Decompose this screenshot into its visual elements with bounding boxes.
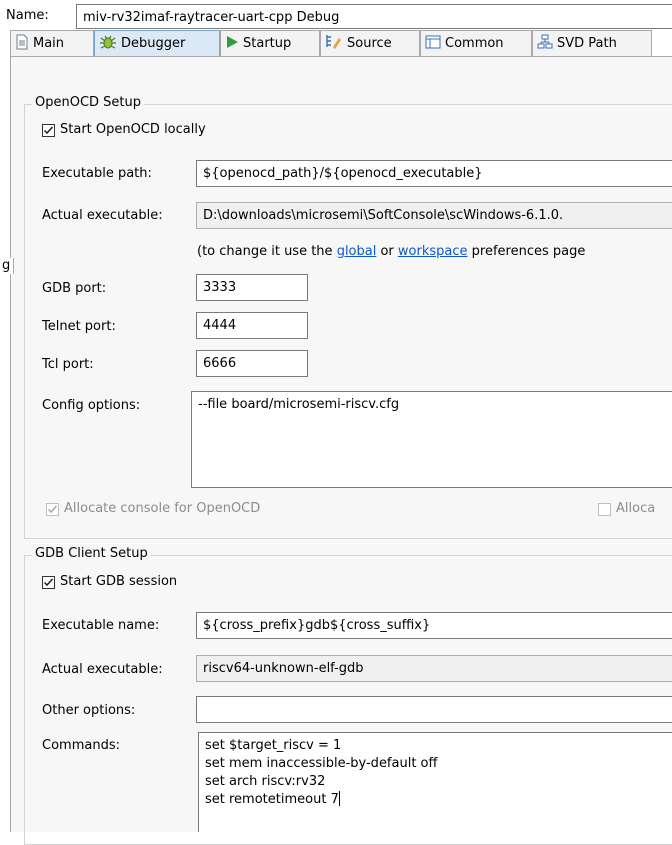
- preferences-hint: (to change it use the global or workspac…: [197, 244, 585, 260]
- start-openocd-label: Start OpenOCD locally: [60, 122, 206, 137]
- other-options-label: Other options:: [42, 703, 136, 718]
- command-line: set arch riscv:rv32: [205, 774, 326, 789]
- executable-name-field[interactable]: ${cross_prefix}gdb${cross_suffix}: [196, 612, 672, 639]
- start-gdb-checkbox[interactable]: [42, 576, 55, 589]
- workspace-link[interactable]: workspace: [398, 244, 468, 259]
- command-line: set remotetimeout 7: [205, 791, 669, 809]
- tab-svd-path-label: SVD Path: [557, 36, 617, 51]
- telnet-port-label: Telnet port:: [42, 319, 116, 334]
- tab-common-label: Common: [445, 36, 504, 51]
- start-openocd-checkbox[interactable]: [42, 124, 55, 137]
- tab-svd-path[interactable]: SVD Path: [532, 30, 652, 56]
- gdb-group-title: GDB Client Setup: [32, 546, 151, 562]
- tab-source-label: Source: [347, 36, 392, 51]
- hint-or: or: [376, 244, 398, 259]
- gdb-actual-executable-label: Actual executable:: [42, 662, 163, 677]
- gdb-port-label: GDB port:: [42, 281, 107, 296]
- tab-debugger-label: Debugger: [121, 36, 186, 51]
- allocate-right-checkbox: [598, 503, 611, 516]
- tab-main[interactable]: Main: [10, 30, 94, 56]
- actual-executable-label: Actual executable:: [42, 208, 163, 223]
- tree-icon: [537, 34, 553, 54]
- source-lookup-icon: [325, 34, 343, 54]
- command-line: set $target_riscv = 1: [205, 738, 342, 753]
- telnet-port-field[interactable]: 4444: [196, 312, 308, 339]
- hint-suffix: preferences page: [467, 244, 586, 259]
- start-gdb-label: Start GDB session: [60, 574, 178, 589]
- document-icon: [15, 34, 29, 54]
- allocate-console-checkbox: [46, 503, 59, 516]
- tcl-port-label: Tcl port:: [42, 357, 94, 372]
- executable-name-label: Executable name:: [42, 618, 160, 633]
- play-icon: [225, 35, 239, 53]
- actual-executable-field: D:\downloads\microsemi\SoftConsole\scWin…: [196, 202, 672, 229]
- config-options-label: Config options:: [42, 398, 141, 413]
- name-field[interactable]: miv-rv32imaf-raytracer-uart-cpp Debug: [76, 4, 672, 29]
- allocate-right-label: Alloca: [616, 501, 656, 516]
- tcl-port-field[interactable]: 6666: [196, 350, 308, 377]
- executable-path-label: Executable path:: [42, 166, 152, 181]
- window-icon: [425, 35, 441, 53]
- hint-prefix: (to change it use the: [197, 244, 337, 259]
- tab-startup-label: Startup: [243, 36, 292, 51]
- config-options-textarea[interactable]: --file board/microsemi-riscv.cfg: [191, 391, 672, 488]
- gdb-port-field[interactable]: 3333: [196, 274, 308, 301]
- allocate-console-label: Allocate console for OpenOCD: [64, 501, 261, 516]
- executable-path-field[interactable]: ${openocd_path}/${openocd_executable}: [196, 160, 672, 187]
- global-link[interactable]: global: [337, 244, 377, 259]
- name-label: Name:: [6, 8, 49, 23]
- left-edge-text: g: [0, 258, 15, 274]
- text-cursor: [338, 791, 340, 806]
- tab-startup[interactable]: Startup: [220, 30, 320, 56]
- command-line: set mem inaccessible-by-default off: [205, 756, 438, 771]
- commands-textarea[interactable]: set $target_riscv = 1 set mem inaccessib…: [198, 732, 672, 832]
- tab-main-label: Main: [33, 36, 65, 51]
- tab-common[interactable]: Common: [420, 30, 532, 56]
- gdb-actual-executable-field: riscv64-unknown-elf-gdb: [196, 655, 672, 682]
- tab-source[interactable]: Source: [320, 30, 420, 56]
- commands-label: Commands:: [42, 738, 120, 753]
- other-options-field[interactable]: [196, 696, 672, 723]
- bug-icon: [99, 34, 117, 54]
- openocd-group-title: OpenOCD Setup: [32, 95, 145, 111]
- command-line-text: set remotetimeout 7: [205, 792, 339, 807]
- tab-debugger[interactable]: Debugger: [94, 30, 220, 56]
